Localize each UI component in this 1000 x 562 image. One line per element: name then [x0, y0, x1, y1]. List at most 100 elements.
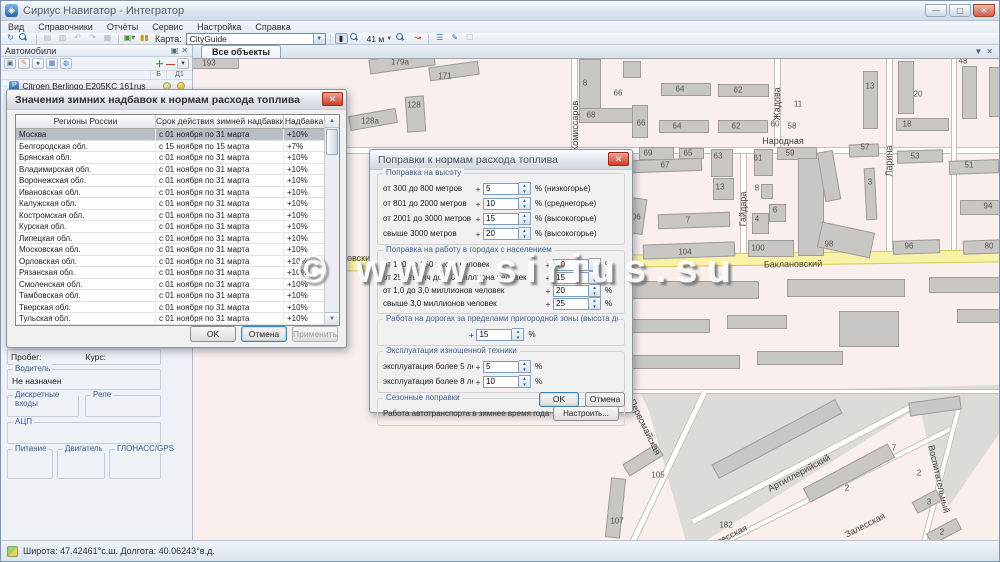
winter-cancel-button[interactable]: Отмена [241, 326, 287, 342]
table-row[interactable]: Тверская обл.с 01 ноября по 31 марта+10% [16, 302, 339, 314]
spinner-input[interactable] [553, 272, 589, 284]
spin-down-icon[interactable]: ▼ [519, 382, 530, 388]
corrections-dialog-close-icon[interactable]: ✕ [608, 152, 629, 166]
minimize-button[interactable]: — [925, 4, 947, 17]
menu-item-Вид[interactable]: Вид [1, 22, 31, 32]
map-provider-combobox[interactable]: CityGuide ▼ [186, 33, 326, 45]
menu-item-Справка[interactable]: Справка [248, 22, 297, 32]
spin-down-icon[interactable]: ▼ [519, 219, 530, 225]
table-row[interactable]: Ивановская обл.с 01 ноября по 31 марта+1… [16, 187, 339, 199]
chevron-down-icon[interactable]: ▼ [313, 34, 325, 44]
tab-close-icon[interactable]: ✕ [986, 47, 993, 56]
car-icon[interactable]: ▣ [4, 58, 16, 69]
spinner-buttons[interactable]: ▲▼ [512, 328, 524, 341]
close-panel-icon[interactable]: ✕ [181, 45, 188, 56]
spinner-buttons[interactable]: ▲▼ [519, 197, 531, 210]
spinner-buttons[interactable]: ▲▼ [519, 227, 531, 240]
spinner-input[interactable] [553, 298, 589, 310]
report-icon[interactable]: ▤ [41, 33, 54, 44]
table-row[interactable]: Костромская обл.с 01 ноября по 31 марта+… [16, 210, 339, 222]
spin-down-icon[interactable]: ▼ [519, 367, 530, 373]
table-row[interactable]: Владимирская обл.с 01 ноября по 31 марта… [16, 164, 339, 176]
add-vehicle-icon[interactable]: ＋ [155, 57, 164, 70]
edit-icon[interactable]: ✎ [448, 33, 461, 44]
corrections-cancel-button[interactable]: Отмена [585, 392, 625, 407]
winter-apply-button[interactable]: Применить [292, 326, 338, 342]
spinner-input[interactable] [553, 285, 589, 297]
tab-list-dropdown-icon[interactable]: ▼ [974, 47, 982, 56]
spinner-input[interactable] [483, 198, 519, 210]
zoom-level-dropdown[interactable]: 41 м ▼ [365, 33, 395, 45]
corrections-ok-button[interactable]: OK [539, 392, 579, 407]
spinner-input[interactable] [483, 183, 519, 195]
menu-item-Справочники[interactable]: Справочники [31, 22, 100, 32]
spin-down-icon[interactable]: ▼ [519, 189, 530, 195]
spinner-buttons[interactable]: ▲▼ [589, 297, 601, 310]
table-row[interactable]: Воронежская обл.с 01 ноября по 31 марта+… [16, 175, 339, 187]
spin-down-icon[interactable]: ▼ [589, 265, 600, 271]
spin-down-icon[interactable]: ▼ [519, 234, 530, 240]
view-dropdown-icon[interactable]: ▾ [177, 58, 189, 69]
spinner-input[interactable] [483, 376, 519, 388]
configure-button[interactable]: Настроить... [553, 406, 619, 421]
table-row[interactable]: Орловская обл.с 01 ноября по 31 марта+10… [16, 256, 339, 268]
edit-vehicle-icon[interactable]: ✎ [18, 58, 30, 69]
chart-icon[interactable]: ▮▮ [138, 33, 151, 44]
spinner-buttons[interactable]: ▲▼ [519, 182, 531, 195]
table-row[interactable]: Тамбовская обл.с 01 ноября по 31 марта+1… [16, 290, 339, 302]
menu-item-Сервис[interactable]: Сервис [145, 22, 190, 32]
table-row[interactable]: Липецкая обл.с 01 ноября по 31 марта+10% [16, 233, 339, 245]
vehicle-icon[interactable]: ▣▾ [123, 33, 136, 44]
table-row[interactable]: Брянская обл.с 01 ноября по 31 марта+10% [16, 152, 339, 164]
grid-icon[interactable]: ▦ [101, 33, 114, 44]
table-row[interactable]: Рязанская обл.с 01 ноября по 31 марта+10… [16, 267, 339, 279]
checkbox-icon[interactable]: ☐ [463, 33, 476, 44]
tab-all-objects[interactable]: Все объекты [201, 45, 281, 58]
list-icon[interactable]: ☰ [433, 33, 446, 44]
redo-icon[interactable]: ↷ [86, 33, 99, 44]
menu-item-Настройка[interactable]: Настройка [190, 22, 248, 32]
zoom-in-icon[interactable] [350, 33, 363, 44]
table-row[interactable]: Смоленская обл.с 01 ноября по 31 марта+1… [16, 279, 339, 291]
zoom-out-icon[interactable] [396, 33, 409, 44]
table-row[interactable]: Московская обл.с 01 ноября по 31 марта+1… [16, 244, 339, 256]
winter-dialog-close-icon[interactable]: ✕ [322, 92, 343, 106]
winter-ok-button[interactable]: OK [190, 326, 236, 342]
table-row[interactable]: Курская обл.с 01 ноября по 31 марта+10% [16, 221, 339, 233]
table-scrollbar[interactable]: ▲ ▼ [324, 115, 339, 325]
maximize-button[interactable]: ▢ [949, 4, 971, 17]
route-icon[interactable]: ↝ [411, 33, 424, 44]
refresh-icon[interactable]: ↻ [4, 33, 17, 44]
photo-icon[interactable]: ▦ [46, 58, 58, 69]
spin-down-icon[interactable]: ▼ [589, 291, 600, 297]
globe-icon[interactable]: ● [32, 58, 44, 69]
spin-down-icon[interactable]: ▼ [589, 278, 600, 284]
spinner-buttons[interactable]: ▲▼ [589, 258, 601, 271]
table-row[interactable]: Тульская обл.с 01 ноября по 31 марта+10% [16, 313, 339, 325]
track-icon[interactable]: ▥ [56, 33, 69, 44]
pin-icon[interactable]: ▣ [171, 45, 179, 56]
spinner-input[interactable] [483, 361, 519, 373]
scrollbar-thumb[interactable] [326, 129, 338, 155]
menu-item-Отчёты[interactable]: Отчёты [100, 22, 145, 32]
spinner-buttons[interactable]: ▲▼ [519, 212, 531, 225]
spin-down-icon[interactable]: ▼ [512, 335, 523, 341]
close-button[interactable]: ✕ [973, 4, 995, 17]
undo-icon[interactable]: ↶ [71, 33, 84, 44]
scroll-up-icon[interactable]: ▲ [325, 115, 339, 128]
spinner-buttons[interactable]: ▲▼ [519, 375, 531, 388]
remove-vehicle-icon[interactable]: — [166, 59, 175, 69]
spinner-input[interactable] [476, 329, 512, 341]
zoom-search-icon[interactable] [19, 33, 32, 44]
table-row[interactable]: Белгородская обл.с 15 ноября по 15 марта… [16, 141, 339, 153]
scroll-down-icon[interactable]: ▼ [325, 312, 339, 325]
spinner-input[interactable] [483, 213, 519, 225]
spin-down-icon[interactable]: ▼ [519, 204, 530, 210]
spinner-input[interactable] [483, 228, 519, 240]
spinner-buttons[interactable]: ▲▼ [589, 284, 601, 297]
ruler-icon[interactable]: ▮ [335, 33, 348, 44]
spinner-buttons[interactable]: ▲▼ [589, 271, 601, 284]
spinner-input[interactable] [553, 259, 589, 271]
web-icon[interactable]: ◍ [60, 58, 72, 69]
spinner-buttons[interactable]: ▲▼ [519, 360, 531, 373]
